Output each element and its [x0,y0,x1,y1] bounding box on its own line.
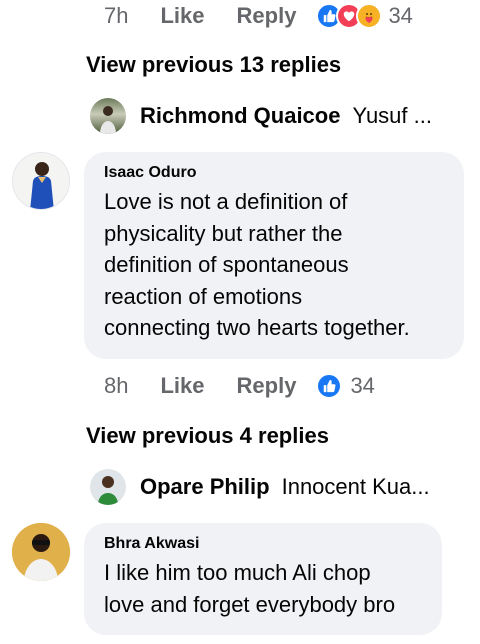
comment-time: 8h [104,373,129,398]
like-icon [316,373,343,399]
reply-button[interactable]: Reply [237,3,297,29]
avatar[interactable] [12,152,70,210]
comment-author[interactable]: Bhra Akwasi [104,535,422,553]
reaction-summary[interactable]: 34 [316,3,413,29]
comment-bubble: Isaac Oduro Love is not a definition of … [84,152,464,359]
view-previous-replies-link[interactable]: View previous 4 replies [86,423,329,449]
reaction-count: 34 [388,3,413,28]
view-previous-replies-link[interactable]: View previous 13 replies [86,52,341,78]
comment-text: Love is not a definition of physicality … [104,189,410,340]
comment-time: 7h [104,3,129,28]
reply-preview[interactable]: Opare Philip Innocent Kua... [90,469,430,505]
avatar[interactable] [12,523,70,581]
comment-actions: 7h Like Reply 34 [104,2,413,30]
reply-author[interactable]: Opare Philip [140,474,270,500]
reply-snippet: Innocent Kua... [281,474,430,499]
reaction-count: 34 [350,373,375,398]
comment-actions: 8h Like Reply 34 [104,372,375,400]
like-button[interactable]: Like [160,3,204,29]
avatar[interactable] [90,98,126,134]
reply-snippet: Yusuf ... [352,103,432,128]
comment-author[interactable]: Isaac Oduro [104,164,444,182]
care-icon [356,3,383,29]
comment-text: I like him too much Ali chop love and fo… [104,560,396,617]
avatar[interactable] [90,469,126,505]
reply-button[interactable]: Reply [237,373,297,399]
reply-preview[interactable]: Richmond Quaicoe Yusuf ... [90,98,432,134]
reply-author[interactable]: Richmond Quaicoe [140,103,340,129]
comment-bubble: Bhra Akwasi I like him too much Ali chop… [84,523,442,635]
like-button[interactable]: Like [160,373,204,399]
reaction-summary[interactable]: 34 [316,373,375,399]
